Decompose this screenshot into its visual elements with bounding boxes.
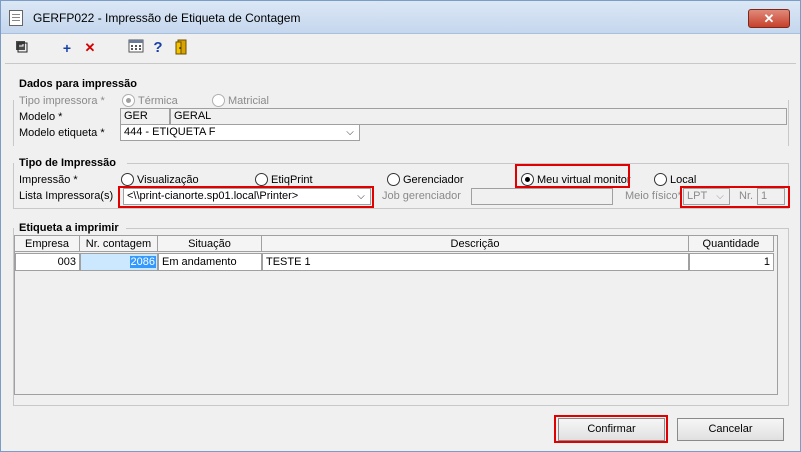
document-icon xyxy=(9,10,23,26)
column-header-situacao[interactable]: Situação xyxy=(158,236,262,252)
highlight-lista-impressora xyxy=(118,186,374,208)
matricial-label: Matricial xyxy=(228,95,269,107)
etiqueta-group-top-border xyxy=(126,228,789,229)
cancelar-button[interactable]: Cancelar xyxy=(677,418,784,441)
modelo-etiqueta-select[interactable]: 444 - ETIQUETA F ⌵ xyxy=(120,124,360,141)
close-button[interactable]: ✕ xyxy=(748,9,790,28)
cell-empresa[interactable]: 003 xyxy=(15,253,80,271)
cell-nr-contagem[interactable]: 2086 xyxy=(80,253,158,271)
modelo-code-field[interactable]: GER xyxy=(120,108,170,125)
radio-visualizacao[interactable] xyxy=(121,173,134,186)
job-gerenciador-label: Job gerenciador xyxy=(382,190,461,202)
job-gerenciador-field[interactable] xyxy=(471,188,613,205)
highlight-meu-virtual-monitor xyxy=(515,164,630,188)
modelo-name-field: GERAL xyxy=(170,108,787,125)
export-icon[interactable] xyxy=(13,39,29,57)
tipo-impressora-label: Tipo impressora * xyxy=(19,95,105,107)
radio-gerenciador[interactable] xyxy=(387,173,400,186)
column-header-quantidade[interactable]: Quantidade xyxy=(689,236,774,252)
radio-matricial[interactable] xyxy=(212,94,225,107)
impressao-label: Impressão * xyxy=(19,174,78,186)
termica-label: Térmica xyxy=(138,95,178,107)
modelo-etiqueta-label: Modelo etiqueta * xyxy=(19,127,105,139)
section-dados-title: Dados para impressão xyxy=(19,78,137,90)
radio-termica[interactable] xyxy=(122,94,135,107)
local-label: Local xyxy=(670,174,697,186)
visualizacao-label: Visualização xyxy=(137,174,199,186)
modelo-etiqueta-value: 444 - ETIQUETA F xyxy=(124,126,216,138)
cell-quantidade[interactable]: 1 xyxy=(689,253,774,271)
radio-etiqprint[interactable] xyxy=(255,173,268,186)
title-bar: GERFP022 - Impressão de Etiqueta de Cont… xyxy=(1,1,800,34)
dialog-window: GERFP022 - Impressão de Etiqueta de Cont… xyxy=(0,0,801,452)
tipo-group-top-border xyxy=(127,163,789,164)
chevron-down-icon: ⌵ xyxy=(346,127,354,138)
column-header-nr-contagem[interactable]: Nr. contagem xyxy=(80,236,158,252)
window-title: GERFP022 - Impressão de Etiqueta de Cont… xyxy=(33,11,301,25)
delete-icon[interactable]: ✕ xyxy=(82,39,98,57)
meio-fisico-label: Meio físico* xyxy=(625,190,682,202)
cell-situacao[interactable]: Em andamento xyxy=(158,253,262,271)
etiqueta-table: Empresa Nr. contagem Situação Descrição … xyxy=(14,235,778,395)
toolbar-divider xyxy=(5,63,796,64)
calculator-icon[interactable] xyxy=(127,39,145,57)
exit-door-icon[interactable] xyxy=(173,39,189,57)
highlight-confirmar xyxy=(554,415,668,443)
column-header-descricao[interactable]: Descrição xyxy=(262,236,689,252)
radio-local[interactable] xyxy=(654,173,667,186)
toolbar: + ✕ ? xyxy=(1,35,800,61)
etiqprint-label: EtiqPrint xyxy=(271,174,313,186)
cell-descricao[interactable]: TESTE 1 xyxy=(262,253,689,271)
cell-nr-contagem-value: 2086 xyxy=(129,256,156,268)
column-header-empresa[interactable]: Empresa xyxy=(15,236,80,252)
highlight-meio-fisico xyxy=(680,186,790,208)
lista-impressora-label: Lista Impressora(s) xyxy=(19,190,114,202)
help-icon[interactable]: ? xyxy=(151,39,165,57)
gerenciador-label: Gerenciador xyxy=(403,174,464,186)
add-icon[interactable]: + xyxy=(59,39,75,57)
modelo-label: Modelo * xyxy=(19,111,63,123)
